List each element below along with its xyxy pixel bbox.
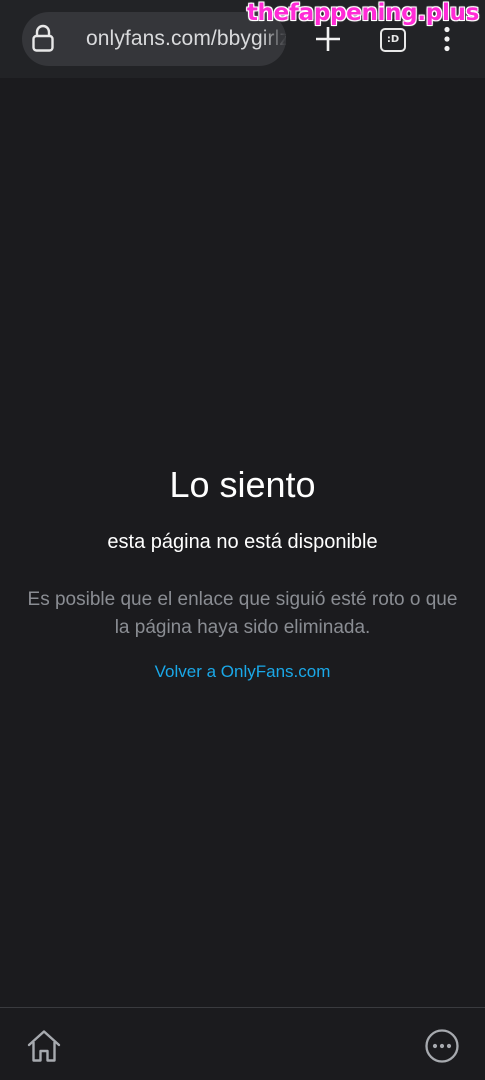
home-icon[interactable] <box>26 1028 62 1064</box>
error-content: Lo siento esta página no está disponible… <box>0 460 485 684</box>
browser-toolbar: onlyfans.com/bbygirlz :D thefappening.pl… <box>0 0 485 78</box>
lock-icon[interactable] <box>31 23 55 53</box>
page-subtitle: esta página no está disponible <box>107 531 378 553</box>
watermark-text: thefappening.plus <box>246 0 479 26</box>
error-description: Es posible que el enlace que siguió esté… <box>27 589 458 638</box>
back-to-onlyfans-link[interactable]: Volver a OnlyFans.com <box>155 660 331 684</box>
plus-icon[interactable] <box>315 26 341 52</box>
browser-screen: onlyfans.com/bbygirlz :D thefappening.pl… <box>0 0 485 1080</box>
kebab-menu-icon[interactable] <box>440 26 454 52</box>
bottom-navigation-bar <box>0 1007 485 1080</box>
page-title: Lo siento <box>169 464 316 505</box>
more-options-icon[interactable] <box>424 1028 460 1064</box>
tabs-icon[interactable]: :D <box>380 28 406 52</box>
